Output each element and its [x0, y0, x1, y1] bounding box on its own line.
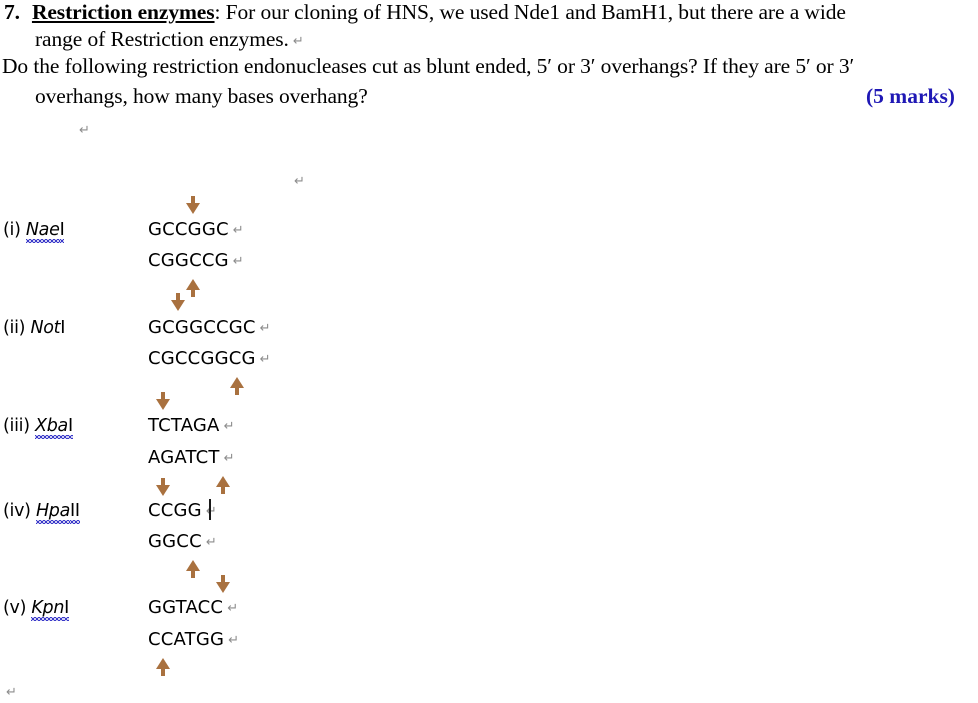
enzyme-label: (v) KpnI	[3, 598, 69, 621]
top-strand-sequence: GGTACC ↵	[148, 599, 238, 617]
cut-arrow-down-icon	[155, 399, 170, 410]
bottom-strand-sequence: CGCCGGCG ↵	[148, 350, 271, 368]
enzyme-index: (iv)	[3, 501, 36, 521]
top-strand-text: GGTACC	[148, 597, 224, 618]
cut-arrow-up-stem	[220, 485, 225, 494]
top-strand-sequence: TCTAGA ↵	[148, 417, 235, 435]
return-mark: ↵	[228, 633, 240, 648]
enzyme-label: (i) NaeI	[3, 220, 65, 243]
bottom-strand-text: CGGCCG	[148, 250, 229, 271]
enzyme-name: Kpn	[31, 598, 64, 621]
enzyme-name-suffix: I	[67, 416, 73, 439]
bottom-strand-sequence: GGCC ↵	[148, 533, 217, 551]
return-mark: ↵	[223, 451, 235, 466]
enzyme-list: (i) NaeI GCCGGC ↵ CGGCCG ↵ (ii) NotI GCGGCCGC ↵…	[0, 0, 978, 703]
enzyme-name-suffix: I	[60, 318, 66, 338]
enzyme-index: (iii)	[3, 416, 36, 436]
cut-arrow-down-icon	[170, 300, 185, 311]
text-cursor	[208, 499, 211, 520]
cut-arrow-up-stem	[160, 667, 165, 676]
return-mark: ↵	[232, 254, 244, 269]
enzyme-name: Nae	[25, 220, 60, 243]
enzyme-name-suffix: I	[64, 598, 69, 621]
cut-arrow-down-icon	[185, 203, 200, 214]
enzyme-name: Xba	[35, 416, 68, 439]
enzyme-index: (v)	[3, 598, 32, 618]
enzyme-index: (i)	[3, 220, 26, 240]
top-strand-text: TCTAGA	[148, 415, 220, 436]
return-mark: ↵	[227, 601, 239, 616]
enzyme-name: Not	[30, 318, 61, 338]
top-strand-text: GCCGGC	[148, 219, 229, 240]
return-mark: ↵	[259, 352, 271, 367]
top-strand-text: CCGG	[148, 500, 202, 521]
bottom-strand-sequence: AGATCT ↵	[148, 449, 235, 467]
enzyme-label: (ii) NotI	[3, 318, 66, 338]
bottom-strand-text: GGCC	[148, 531, 202, 552]
bottom-strand-sequence: CGGCCG ↵	[148, 252, 244, 270]
cut-arrow-up-stem	[235, 386, 240, 395]
return-mark: ↵	[205, 504, 217, 519]
bottom-strand-sequence: CCATGG ↵	[148, 631, 239, 649]
return-mark: ↵	[205, 535, 217, 550]
top-strand-sequence: GCCGGC ↵	[148, 221, 244, 239]
enzyme-index: (ii)	[3, 318, 31, 338]
cut-arrow-up-stem	[190, 569, 195, 578]
return-mark: ↵	[232, 223, 244, 238]
return-mark: ↵	[223, 419, 235, 434]
bottom-strand-text: AGATCT	[148, 447, 220, 468]
enzyme-name: Hpa	[35, 501, 70, 524]
top-strand-sequence: CCGG ↵	[148, 502, 217, 520]
bottom-strand-text: CGCCGGCG	[148, 348, 256, 369]
top-strand-sequence: GCGGCCGC ↵	[148, 319, 271, 337]
cut-arrow-down-icon	[155, 485, 170, 496]
enzyme-name-suffix: II	[70, 501, 80, 524]
return-mark: ↵	[259, 321, 271, 336]
cut-arrow-up-stem	[190, 288, 195, 297]
top-strand-text: GCGGCCGC	[148, 317, 256, 338]
cut-arrow-down-icon	[215, 582, 230, 593]
enzyme-label: (iii) XbaI	[3, 416, 73, 439]
enzyme-name-suffix: I	[59, 220, 65, 243]
bottom-strand-text: CCATGG	[148, 629, 225, 650]
enzyme-label: (iv) HpaII	[3, 501, 80, 524]
